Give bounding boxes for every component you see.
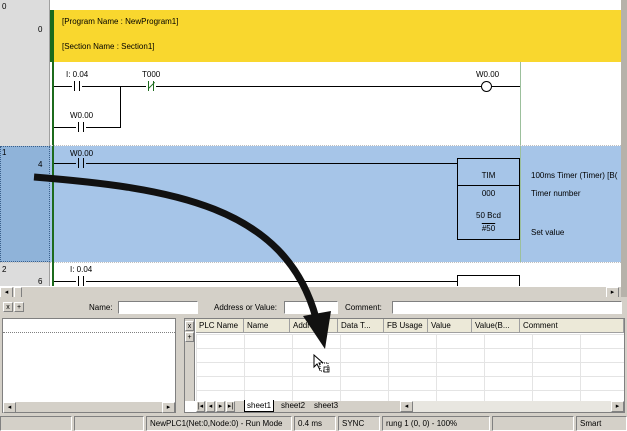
drag-arrow-overlay: + — [33, 173, 331, 374]
drag-cursor-icon: + — [313, 353, 330, 374]
drag-arrow-icon — [33, 173, 320, 319]
svg-text:+: + — [325, 367, 330, 374]
drag-arrowhead-icon — [303, 311, 331, 349]
